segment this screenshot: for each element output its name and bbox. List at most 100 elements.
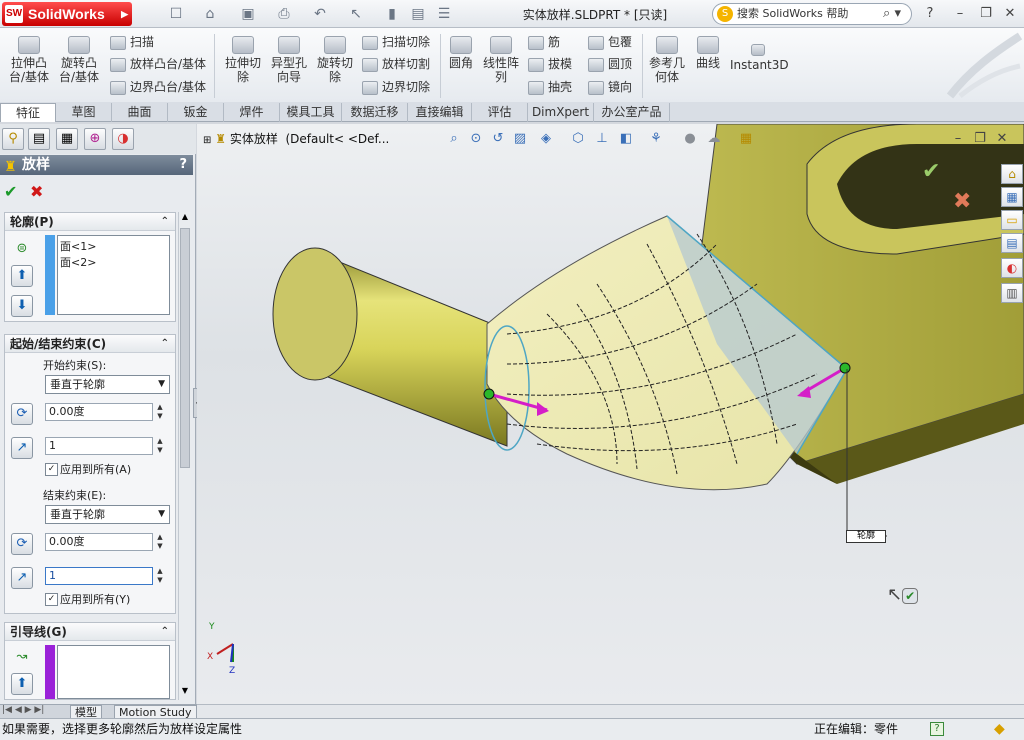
display-pane-icon[interactable]: ▦: [737, 130, 755, 148]
reverse-direction-icon[interactable]: ⟳: [11, 533, 33, 555]
reverse-direction-icon[interactable]: ⟳: [11, 403, 33, 425]
rebuild-tag-icon[interactable]: ◆: [994, 719, 1005, 739]
configuration-manager-icon[interactable]: ▦: [56, 128, 78, 150]
tangent-length-icon[interactable]: ↗: [11, 437, 33, 459]
ok-button[interactable]: ✔: [4, 182, 17, 201]
help-icon[interactable]: ?: [179, 155, 187, 175]
instant3d-button[interactable]: Instant3D: [730, 44, 789, 72]
horizontal-scrollbar[interactable]: [197, 704, 1024, 718]
apply-scene-icon[interactable]: ⚘: [647, 130, 665, 148]
revolved-cut-button[interactable]: 旋转切 除: [312, 36, 358, 84]
hole-wizard-button[interactable]: 异型孔 向导: [266, 36, 312, 84]
resources-icon[interactable]: ⌂: [1001, 164, 1023, 184]
extruded-cut-button[interactable]: 拉伸切 除: [220, 36, 266, 84]
curves-button[interactable]: 曲线: [692, 36, 724, 70]
end-angle-spinner[interactable]: ▲ ▼: [155, 533, 165, 551]
dimxpert-manager-icon[interactable]: ⊕: [84, 128, 106, 150]
view-settings-icon[interactable]: ●: [681, 130, 699, 148]
guide-curves-header[interactable]: 引导线(G) ⌃: [5, 623, 175, 641]
end-length-input[interactable]: 1: [45, 567, 153, 585]
scroll-up-icon[interactable]: ▲: [179, 212, 191, 226]
wrap-button[interactable]: 包覆: [588, 34, 632, 50]
property-manager-icon[interactable]: ▤: [28, 128, 50, 150]
tab-surfaces[interactable]: 曲面: [112, 103, 168, 122]
file-properties-icon[interactable]: ▤: [408, 5, 428, 23]
tab-mold-tools[interactable]: 模具工具: [280, 103, 342, 122]
tab-dimxpert[interactable]: DimXpert: [528, 103, 594, 122]
list-item[interactable]: 面<2>: [60, 254, 167, 270]
collapse-icon[interactable]: ⌃: [161, 213, 169, 231]
move-up-button[interactable]: ⬆: [11, 265, 33, 287]
profile-list[interactable]: 面<1> 面<2>: [57, 235, 170, 315]
loft-boss-button[interactable]: 放样凸台/基体: [110, 56, 206, 72]
tab-data-migration[interactable]: 数据迁移: [342, 103, 408, 122]
start-angle-spinner[interactable]: ▲ ▼: [155, 403, 165, 421]
tab-features[interactable]: 特征: [0, 103, 56, 122]
rib-button[interactable]: 筋: [528, 34, 560, 50]
realview-icon[interactable]: ☁: [705, 130, 723, 148]
profile-callout[interactable]: 轮廓: [846, 530, 886, 543]
mirror-button[interactable]: 镜向: [588, 79, 632, 95]
edit-appearance-icon[interactable]: ◧: [617, 130, 635, 148]
zoom-to-area-icon[interactable]: ⊙: [467, 130, 485, 148]
appearances-icon[interactable]: ◐: [1001, 258, 1023, 278]
section-view-icon[interactable]: ▨: [511, 130, 529, 148]
graphics-area[interactable]: ✔ ✖ Y X Z ⊞ ♜ 实体放样 (Default< <Def... ⌕ ⊙…: [197, 124, 1024, 704]
scroll-down-icon[interactable]: ▼: [179, 686, 191, 700]
move-down-button[interactable]: ⬇: [11, 295, 33, 317]
collapse-icon[interactable]: ⌃: [161, 335, 169, 353]
lofted-cut-button[interactable]: 放样切割: [362, 56, 430, 72]
tab-office-products[interactable]: 办公室产品: [594, 103, 670, 122]
tab-scroll-icons[interactable]: |◀ ◀ ▶ ▶|: [2, 705, 44, 715]
apply-to-all-end-checkbox[interactable]: 应用到所有(Y): [45, 593, 130, 606]
tab-model[interactable]: 模型: [70, 705, 102, 719]
status-help-icon[interactable]: ?: [930, 722, 944, 736]
cancel-button[interactable]: ✖: [30, 182, 43, 201]
new-document-icon[interactable]: ☐: [166, 5, 186, 23]
options-icon[interactable]: ☰: [434, 5, 454, 23]
start-length-spinner[interactable]: ▲ ▼: [155, 437, 165, 455]
tab-sheet-metal[interactable]: 钣金: [168, 103, 224, 122]
reference-geometry-button[interactable]: 参考几 何体: [646, 36, 688, 84]
boundary-cut-button[interactable]: 边界切除: [362, 79, 430, 95]
tangent-length-icon[interactable]: ↗: [11, 567, 33, 589]
end-constraint-select[interactable]: 垂直于轮廓 ▼: [45, 505, 170, 524]
start-angle-input[interactable]: 0.00度: [45, 403, 153, 421]
guide-curve-list[interactable]: [57, 645, 170, 699]
profile-group-header[interactable]: 轮廓(P) ⌃: [5, 213, 175, 231]
tab-sketch[interactable]: 草图: [56, 103, 112, 122]
view-orientation-icon[interactable]: ◈: [537, 130, 555, 148]
vp-minimize-icon[interactable]: –: [949, 130, 967, 148]
feature-manager-icon[interactable]: ⚲: [2, 128, 24, 150]
undo-icon[interactable]: ↶: [310, 5, 330, 23]
apply-to-all-start-checkbox[interactable]: 应用到所有(A): [45, 463, 131, 476]
sweep-button[interactable]: 扫描: [110, 34, 154, 50]
hide-show-items-icon[interactable]: ⊥: [593, 130, 611, 148]
linear-pattern-button[interactable]: 线性阵 列: [480, 36, 522, 84]
solidworks-logo[interactable]: SW SolidWorks ▶: [2, 2, 132, 26]
save-icon[interactable]: ▣: [238, 5, 258, 23]
tab-weldments[interactable]: 焊件: [224, 103, 280, 122]
close-icon[interactable]: ✕: [1000, 4, 1020, 24]
previous-view-icon[interactable]: ↺: [489, 130, 507, 148]
restore-icon[interactable]: ❐: [976, 4, 996, 24]
extruded-boss-button[interactable]: 拉伸凸 台/基体: [6, 36, 52, 84]
tab-motion-study[interactable]: Motion Study 1: [114, 705, 197, 732]
magnifier-icon[interactable]: ⌕ ▾: [883, 4, 901, 24]
tab-direct-editing[interactable]: 直接编辑: [408, 103, 472, 122]
print-icon[interactable]: ⎙: [274, 5, 294, 23]
tab-evaluate[interactable]: 评估: [472, 103, 528, 122]
custom-properties-icon[interactable]: ▥: [1001, 283, 1023, 303]
constraints-group-header[interactable]: 起始/结束约束(C) ⌃: [5, 335, 175, 353]
display-style-icon[interactable]: ⬡: [569, 130, 587, 148]
swept-cut-button[interactable]: 扫描切除: [362, 34, 430, 50]
draft-button[interactable]: 拔模: [528, 56, 572, 72]
fillet-button[interactable]: 圆角: [444, 36, 478, 70]
expand-icon[interactable]: ⊞: [203, 135, 211, 146]
select-icon[interactable]: ↖: [346, 5, 366, 23]
revolved-boss-button[interactable]: 旋转凸 台/基体: [56, 36, 102, 84]
open-document-icon[interactable]: ⌂: [200, 5, 220, 23]
dome-button[interactable]: 圆顶: [588, 56, 632, 72]
move-up-button[interactable]: ⬆: [11, 673, 33, 695]
zoom-to-fit-icon[interactable]: ⌕: [445, 130, 463, 148]
